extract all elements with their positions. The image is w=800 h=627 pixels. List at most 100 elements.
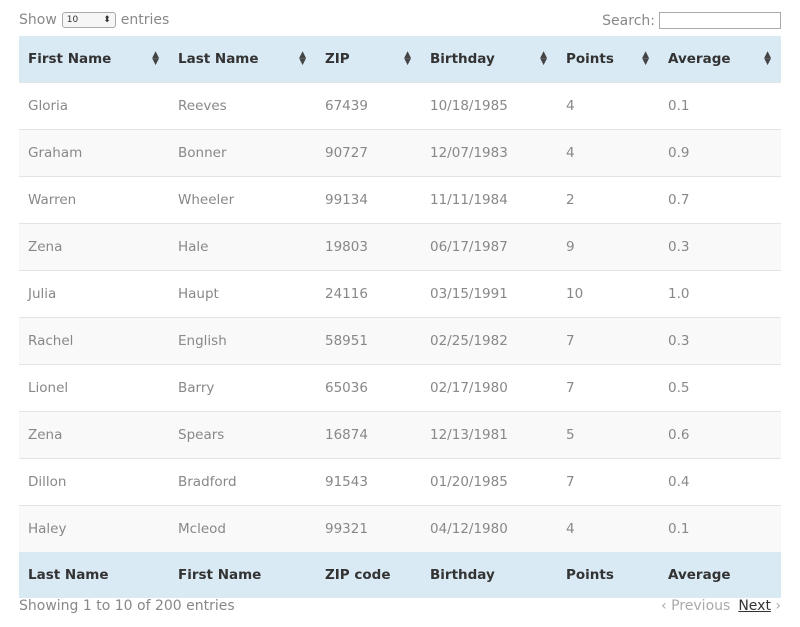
sort-icon: ▲ ▼ [152, 50, 159, 67]
chevron-right-icon: › [775, 598, 781, 614]
table-cell: Wheeler [169, 176, 316, 224]
table-cell: 5 [557, 411, 659, 459]
table-cell: 12/07/1983 [421, 129, 557, 177]
table-controls: Show 10 ⬍ entries Search: [19, 12, 781, 34]
length-control: Show 10 ⬍ entries [19, 12, 169, 28]
column-header[interactable]: Points ▲ ▼ [557, 36, 659, 83]
table-cell: 03/15/1991 [421, 270, 557, 318]
table-cell: 7 [557, 317, 659, 365]
table-cell: Warren [19, 176, 169, 224]
chevron-left-icon: ‹ [661, 598, 667, 614]
table-cell: 4 [557, 505, 659, 552]
table-cell: Barry [169, 364, 316, 412]
column-header[interactable]: Average ▲ ▼ [659, 36, 781, 83]
table-cell: 4 [557, 82, 659, 130]
table-cell: Lionel [19, 364, 169, 412]
table-cell: 02/17/1980 [421, 364, 557, 412]
column-header-label: Last Name [178, 51, 259, 67]
entries-select[interactable]: 10 ⬍ [61, 12, 116, 28]
table-cell: Dillon [19, 458, 169, 506]
table-cell: 1.0 [659, 270, 781, 318]
table-cell: Haupt [169, 270, 316, 318]
search-control: Search: [602, 12, 781, 29]
table-info: Showing 1 to 10 of 200 entries [19, 598, 235, 614]
table-cell: 12/13/1981 [421, 411, 557, 459]
table-row: Lionel Barry 65036 02/17/1980 7 0.5 [19, 364, 781, 412]
column-header[interactable]: Birthday ▲ ▼ [421, 36, 557, 83]
column-header-label: Average [668, 51, 731, 67]
table-cell: 99134 [316, 176, 421, 224]
table-cell: 16874 [316, 411, 421, 459]
table-cell: 7 [557, 364, 659, 412]
table-cell: Rachel [19, 317, 169, 365]
table-cell: Mcleod [169, 505, 316, 552]
column-header[interactable]: ZIP ▲ ▼ [316, 36, 421, 83]
table-cell: 58951 [316, 317, 421, 365]
next-button[interactable]: Next › [738, 598, 781, 614]
column-footer: ZIP code [316, 552, 421, 598]
previous-button[interactable]: ‹ Previous [661, 598, 730, 614]
table-cell: 10/18/1985 [421, 82, 557, 130]
show-label: Show [19, 12, 57, 28]
table-row: Warren Wheeler 99134 11/11/1984 2 0.7 [19, 176, 781, 224]
table-cell: 0.1 [659, 82, 781, 130]
column-header-label: First Name [28, 51, 112, 67]
table-cell: 24116 [316, 270, 421, 318]
table-cell: Julia [19, 270, 169, 318]
table-cell: 4 [557, 129, 659, 177]
table-cell: Haley [19, 505, 169, 552]
table-cell: Spears [169, 411, 316, 459]
data-table: First Name ▲ ▼ Last Name ▲ ▼ ZIP ▲ ▼ Birthday ▲ ▼ Po… [19, 36, 781, 598]
column-header[interactable]: Last Name ▲ ▼ [169, 36, 316, 83]
table-cell: 02/25/1982 [421, 317, 557, 365]
table-cell: 90727 [316, 129, 421, 177]
table-cell: 99321 [316, 505, 421, 552]
table-cell: 2 [557, 176, 659, 224]
column-footer: Average [659, 552, 781, 598]
pagination: ‹ Previous Next › [661, 598, 781, 614]
table-cell: 06/17/1987 [421, 223, 557, 271]
column-header-label: ZIP [325, 51, 350, 67]
table-row: Dillon Bradford 91543 01/20/1985 7 0.4 [19, 458, 781, 506]
table-cell: Zena [19, 411, 169, 459]
table-cell: 0.7 [659, 176, 781, 224]
column-footer: Birthday [421, 552, 557, 598]
table-cell: 0.9 [659, 129, 781, 177]
table-cell: 0.6 [659, 411, 781, 459]
table-row: Rachel English 58951 02/25/1982 7 0.3 [19, 317, 781, 365]
table-cell: 04/12/1980 [421, 505, 557, 552]
table-cell: 91543 [316, 458, 421, 506]
sort-icon: ▲ ▼ [404, 50, 411, 67]
column-footer: Last Name [19, 552, 169, 598]
table-row: Julia Haupt 24116 03/15/1991 10 1.0 [19, 270, 781, 318]
table-cell: English [169, 317, 316, 365]
table-cell: 0.3 [659, 223, 781, 271]
previous-label: Previous [671, 598, 731, 614]
table-row: Haley Mcleod 99321 04/12/1980 4 0.1 [19, 505, 781, 552]
table-row: Zena Spears 16874 12/13/1981 5 0.6 [19, 411, 781, 459]
sort-icon: ▲ ▼ [764, 50, 771, 67]
table-cell: 7 [557, 458, 659, 506]
search-input[interactable] [659, 12, 781, 29]
table-cell: 65036 [316, 364, 421, 412]
column-footer: Points [557, 552, 659, 598]
table-cell: 01/20/1985 [421, 458, 557, 506]
next-label: Next [738, 598, 771, 614]
table-cell: Gloria [19, 82, 169, 130]
table-cell: 9 [557, 223, 659, 271]
table-cell: 0.3 [659, 317, 781, 365]
column-header[interactable]: First Name ▲ ▼ [19, 36, 169, 83]
table-cell: 10 [557, 270, 659, 318]
entries-label: entries [120, 12, 170, 28]
table-row: Graham Bonner 90727 12/07/1983 4 0.9 [19, 129, 781, 177]
table-cell: Bonner [169, 129, 316, 177]
table-cell: 19803 [316, 223, 421, 271]
table-cell: 0.1 [659, 505, 781, 552]
entries-select-value: 10 [66, 15, 79, 25]
table-row: Zena Hale 19803 06/17/1987 9 0.3 [19, 223, 781, 271]
table-row: Gloria Reeves 67439 10/18/1985 4 0.1 [19, 82, 781, 130]
column-footer: First Name [169, 552, 316, 598]
sort-icon: ▲ ▼ [642, 50, 649, 67]
table-cell: Zena [19, 223, 169, 271]
sort-icon: ▲ ▼ [299, 50, 306, 67]
